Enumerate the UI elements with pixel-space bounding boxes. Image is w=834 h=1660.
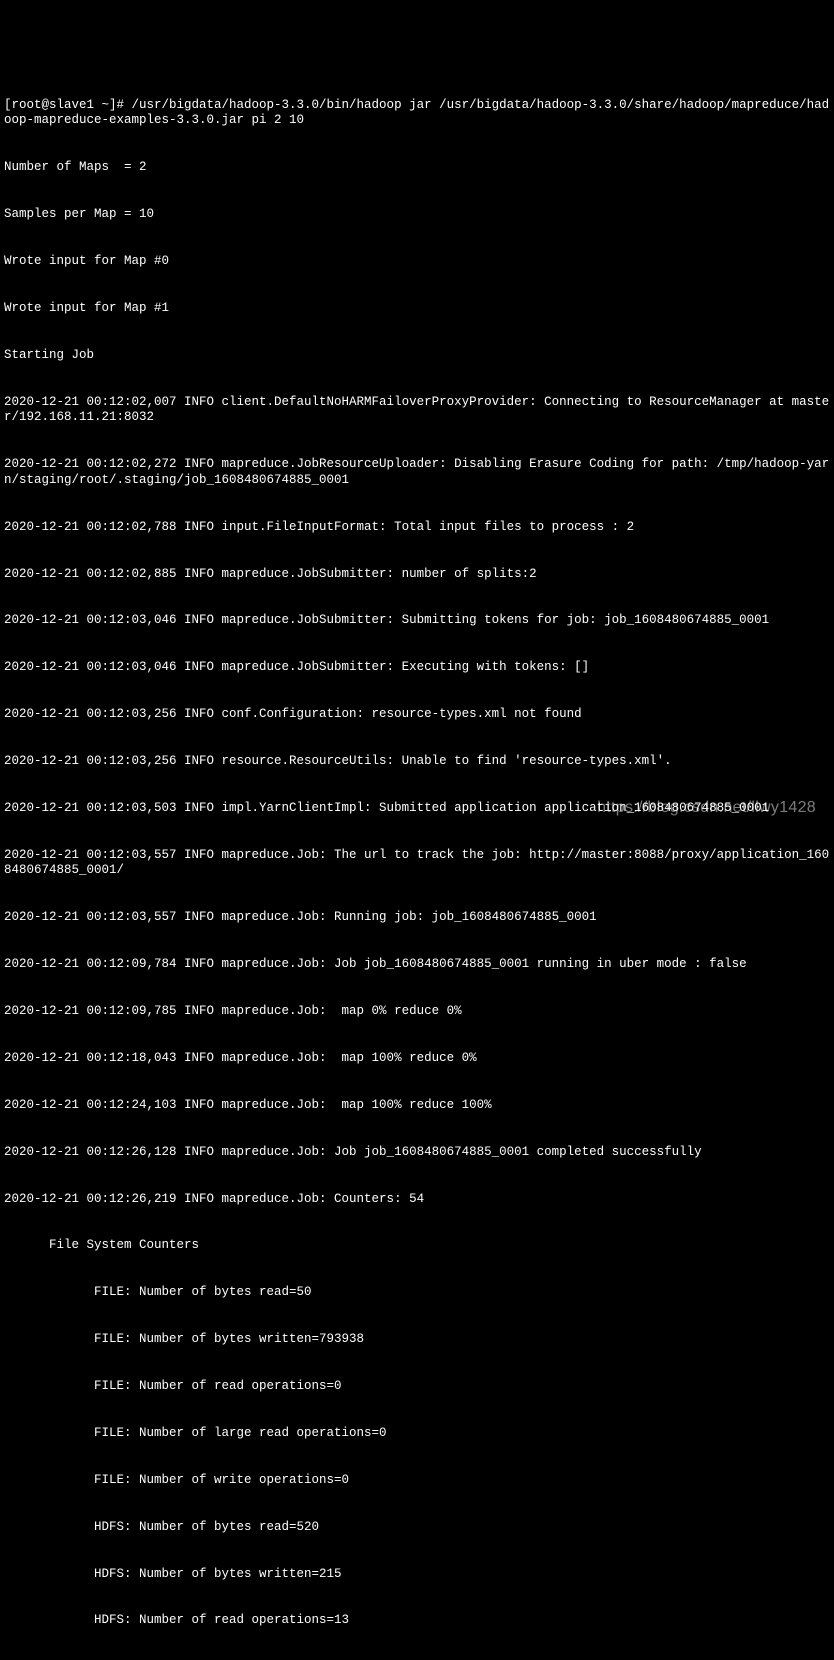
intro-line: Number of Maps = 2 [4, 160, 830, 176]
counter-fs-header: File System Counters [4, 1238, 830, 1254]
log-line: 2020-12-21 00:12:03,557 INFO mapreduce.J… [4, 910, 830, 926]
log-line: 2020-12-21 00:12:03,046 INFO mapreduce.J… [4, 660, 830, 676]
log-line: 2020-12-21 00:12:02,007 INFO client.Defa… [4, 395, 830, 426]
log-line: 2020-12-21 00:12:09,784 INFO mapreduce.J… [4, 957, 830, 973]
counter-fs-line: HDFS: Number of bytes read=520 [4, 1520, 830, 1536]
watermark-text: https://blog.csdn.net/llwy1428 [597, 798, 816, 818]
counter-fs-line: FILE: Number of large read operations=0 [4, 1426, 830, 1442]
counter-fs-line: HDFS: Number of read operations=13 [4, 1613, 830, 1629]
log-line: 2020-12-21 00:12:03,557 INFO mapreduce.J… [4, 848, 830, 879]
log-line: 2020-12-21 00:12:09,785 INFO mapreduce.J… [4, 1004, 830, 1020]
log-line: 2020-12-21 00:12:02,885 INFO mapreduce.J… [4, 567, 830, 583]
intro-line: Wrote input for Map #1 [4, 301, 830, 317]
counter-fs-line: FILE: Number of read operations=0 [4, 1379, 830, 1395]
command-prompt: [root@slave1 ~]# /usr/bigdata/hadoop-3.3… [4, 98, 830, 129]
counter-fs-line: FILE: Number of bytes written=793938 [4, 1332, 830, 1348]
intro-line: Samples per Map = 10 [4, 207, 830, 223]
log-line: 2020-12-21 00:12:26,128 INFO mapreduce.J… [4, 1145, 830, 1161]
counter-fs-line: HDFS: Number of bytes written=215 [4, 1567, 830, 1583]
log-line: 2020-12-21 00:12:03,046 INFO mapreduce.J… [4, 613, 830, 629]
log-line: 2020-12-21 00:12:26,219 INFO mapreduce.J… [4, 1192, 830, 1208]
log-line: 2020-12-21 00:12:03,256 INFO resource.Re… [4, 754, 830, 770]
log-line: 2020-12-21 00:12:02,788 INFO input.FileI… [4, 520, 830, 536]
log-line: 2020-12-21 00:12:24,103 INFO mapreduce.J… [4, 1098, 830, 1114]
intro-line: Wrote input for Map #0 [4, 254, 830, 270]
counter-fs-line: FILE: Number of write operations=0 [4, 1473, 830, 1489]
intro-line: Starting Job [4, 348, 830, 364]
log-line: 2020-12-21 00:12:03,256 INFO conf.Config… [4, 707, 830, 723]
terminal-window[interactable]: [root@slave1 ~]# /usr/bigdata/hadoop-3.3… [4, 67, 830, 1660]
counter-fs-line: FILE: Number of bytes read=50 [4, 1285, 830, 1301]
log-line: 2020-12-21 00:12:02,272 INFO mapreduce.J… [4, 457, 830, 488]
log-line: 2020-12-21 00:12:18,043 INFO mapreduce.J… [4, 1051, 830, 1067]
